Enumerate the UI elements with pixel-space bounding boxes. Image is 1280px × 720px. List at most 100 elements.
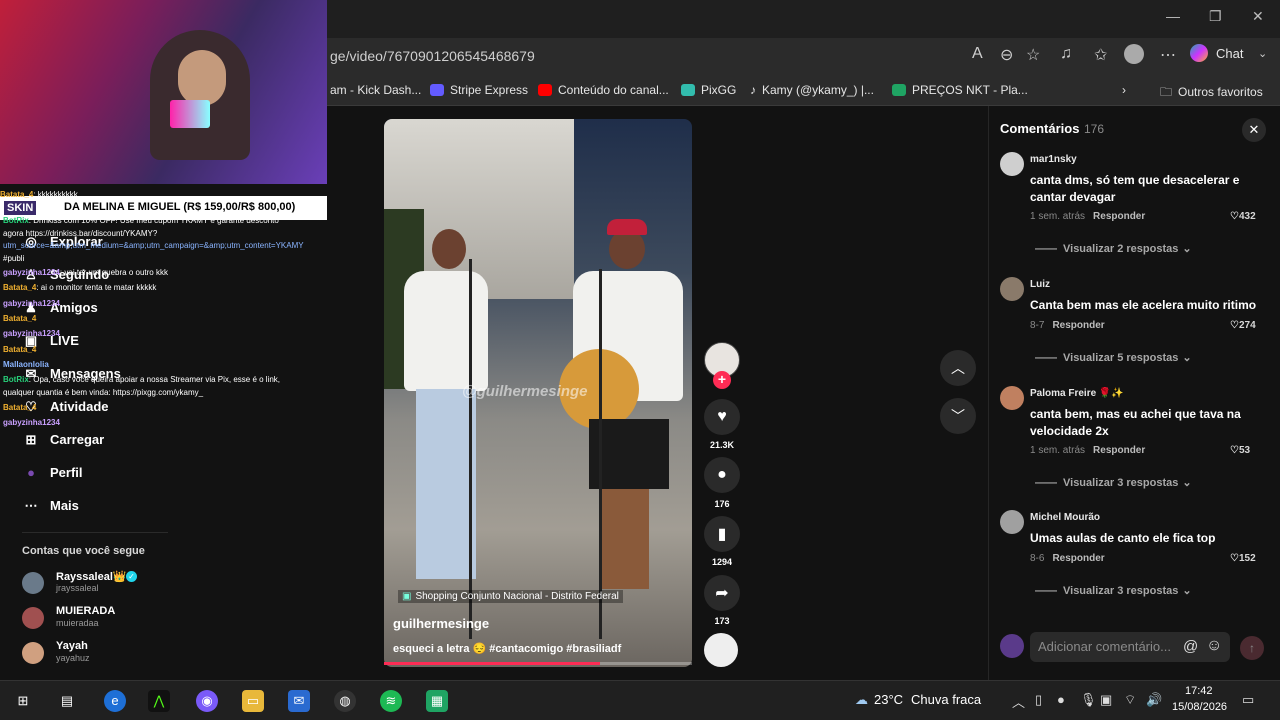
view-replies-button[interactable]: —— Visualizar 5 respostas ⌄ [1035,351,1192,364]
video-location-tag[interactable]: ▣ Shopping Conjunto Nacional - Distrito F… [398,590,623,603]
comment-like[interactable]: ♡432 [1230,211,1256,222]
microphone-icon[interactable]: 🎙 [1080,692,1097,708]
close-comments-button[interactable]: ✕ [1242,118,1266,142]
clock-time[interactable]: 17:42 [1185,685,1213,697]
favorite-link[interactable]: ♪ Kamy (@ykamy_) |... [750,83,874,97]
favorites-icon[interactable]: ✩ [1094,45,1107,65]
comment-username[interactable]: Paloma Freire 🌹✨ [1030,388,1124,399]
music-disc-icon[interactable] [704,633,738,667]
clock-date[interactable]: 15/08/2026 [1172,701,1227,713]
maximize-icon[interactable]: ❐ [1209,8,1222,25]
task-view-icon[interactable]: ▤ [56,690,78,712]
send-comment-button[interactable]: ↑ [1240,636,1264,660]
sidebar-item-mais[interactable]: ⋯ Mais [22,498,79,514]
previous-video-button[interactable]: ︿ [940,350,976,386]
view-replies-button[interactable]: —— Visualizar 3 respostas ⌄ [1035,584,1192,597]
comment-avatar[interactable] [1000,386,1024,410]
tray-app-icon[interactable]: ▯ [1035,692,1042,708]
share-arrow-icon: ➦ [715,585,729,602]
tray-app-icon[interactable]: ● [1057,692,1065,707]
emoji-icon[interactable]: ☺ [1206,637,1222,655]
chevron-down-icon: ⌄ [1182,243,1192,255]
comment-text: canta bem, mas eu achei que tava na velo… [1030,407,1241,438]
menu-dots-icon[interactable]: ⋯ [1160,45,1176,65]
next-video-button[interactable]: ﹀ [940,398,976,434]
favorite-link[interactable]: PREÇOS NKT - Pla... [892,83,1028,97]
share-button[interactable]: ➦ [704,575,740,611]
chevron-down-icon: ⌄ [1182,477,1192,489]
discord-icon[interactable]: ◉ [196,690,218,712]
extensions-icon[interactable]: ♫ [1060,45,1072,63]
like-button[interactable]: ♥ [704,399,740,435]
comment-text: Canta bem mas ele acelera muito ritimo [1030,298,1257,312]
minimize-icon[interactable]: — [1166,8,1180,24]
save-button[interactable]: ▮ [704,516,740,552]
file-explorer-icon[interactable]: ▭ [242,690,264,712]
comment-text: canta dms, só tem que desacelerar e cant… [1030,173,1240,204]
arrow-up-icon: ↑ [1249,641,1255,655]
reply-button[interactable]: Responder [1052,320,1104,331]
volume-icon[interactable]: 🔊 [1146,692,1162,708]
favorite-link[interactable]: Stripe Express [430,83,528,97]
spotify-icon[interactable]: ≋ [380,690,402,712]
url-field[interactable]: ge/video/7670901206545468679 [330,48,535,64]
kick-app-icon[interactable]: ⋀ [148,690,170,712]
stripe-icon [430,84,444,96]
favorite-star-icon[interactable]: ☆ [1026,45,1040,65]
video-author[interactable]: guilhermesinge [393,616,489,631]
sheets-app-icon[interactable]: ▦ [426,690,448,712]
chevron-down-icon[interactable]: ⌄ [1258,47,1267,60]
view-replies-button[interactable]: —— Visualizar 3 respostas ⌄ [1035,476,1192,489]
comment-username[interactable]: mar1nsky [1030,154,1077,165]
comment-avatar[interactable] [1000,510,1024,534]
tray-chevron-up-icon[interactable]: ︿ [1012,692,1025,711]
microphone [170,100,210,128]
comment-like[interactable]: ♡274 [1230,320,1256,331]
heart-icon: ♥ [717,408,727,425]
favorites-overflow-chevron-icon[interactable]: › [1122,83,1126,97]
reply-button[interactable]: Responder [1052,553,1104,564]
mention-icon[interactable]: @ [1183,638,1198,655]
favorite-link[interactable]: Conteúdo do canal... [538,83,669,97]
comment-input[interactable]: Adicionar comentário... [1030,632,1230,662]
stream-chat-line: agora https://drinkiss.bar/discount/YKAM… [3,229,158,238]
video-progress-bar[interactable] [384,662,692,665]
windows-start-icon[interactable]: ⊞ [12,690,34,712]
close-window-icon[interactable]: ✕ [1252,8,1264,25]
translate-icon[interactable]: A [972,45,983,63]
favorite-link[interactable]: PixGG [681,83,736,97]
comment-button[interactable]: ● [704,457,740,493]
comment-meta: 1 sem. atrás Responder [1030,445,1146,456]
wifi-icon[interactable]: ⌔ [1124,692,1136,708]
reply-button[interactable]: Responder [1093,445,1145,456]
mail-icon[interactable]: ✉ [288,690,310,712]
sidebar-item-perfil[interactable]: ● Perfil [22,465,82,480]
streamer-face [178,50,226,106]
follow-plus-icon[interactable]: + [713,371,731,389]
obs-icon[interactable]: ◍ [334,690,356,712]
comment-avatar[interactable] [1000,277,1024,301]
notifications-icon[interactable]: ▭ [1242,692,1254,708]
view-replies-button[interactable]: —— Visualizar 2 respostas ⌄ [1035,242,1192,255]
comment-like[interactable]: ♡152 [1230,553,1256,564]
reply-button[interactable]: Responder [1093,211,1145,222]
comment-username[interactable]: Michel Mourão [1030,512,1100,523]
other-favorites-folder[interactable]: 🗀 Outros favoritos [1160,83,1263,104]
mic-stand [599,269,602,639]
tray-app-icon[interactable]: ▣ [1100,692,1112,708]
zoom-icon[interactable]: ⊖ [1000,45,1013,65]
sidebar-item-carregar[interactable]: ⊞ Carregar [22,432,105,448]
edge-icon[interactable]: e [104,690,126,712]
profile-icon: ● [27,465,35,480]
cloud-rain-icon: ☁ [855,692,868,707]
weather-widget[interactable]: ☁ 23°C Chuva fraca [855,692,981,708]
profile-avatar-icon[interactable] [1124,44,1144,64]
avatar [22,642,44,664]
comment-username[interactable]: Luiz [1030,279,1050,290]
comment-avatar[interactable] [1000,152,1024,176]
copilot-chat-button[interactable]: Chat [1190,44,1243,62]
following-section-title: Contas que você segue [22,545,145,557]
favorite-link[interactable]: am - Kick Dash... [330,83,421,97]
comment-like[interactable]: ♡53 [1230,445,1250,456]
chevron-down-icon: ﹀ [951,408,965,424]
